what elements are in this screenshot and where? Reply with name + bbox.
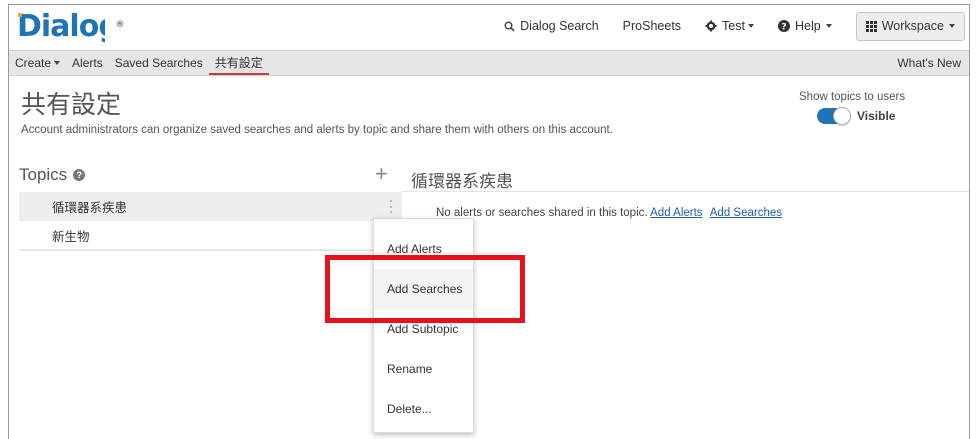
help-icon: ? bbox=[777, 20, 790, 33]
gear-icon bbox=[705, 20, 717, 32]
visibility-label: Visible bbox=[857, 109, 896, 123]
add-alerts-link[interactable]: Add Alerts bbox=[650, 207, 702, 219]
dialog-search-link[interactable]: Dialog Search bbox=[504, 19, 599, 33]
topics-heading: Topics ? bbox=[19, 165, 86, 185]
menu-item-label: Add Subtopic bbox=[387, 322, 459, 336]
registered-mark: ® bbox=[115, 20, 124, 30]
topic-context-menu: Add Alerts Add Searches Add Subtopic Ren… bbox=[373, 218, 474, 433]
detail-title: 循環器系疾患 bbox=[411, 172, 513, 191]
add-searches-link[interactable]: Add Searches bbox=[710, 207, 782, 219]
tab-sharing-settings[interactable]: 共有設定 bbox=[208, 51, 269, 75]
tab-sharing-settings-label: 共有設定 bbox=[214, 55, 263, 70]
svg-text:?: ? bbox=[781, 23, 786, 33]
secondary-nav: Create Alerts Saved Searches 共有設定 What's… bbox=[9, 50, 969, 76]
topic-item-label: 新生物 bbox=[52, 229, 90, 244]
tab-saved-searches[interactable]: Saved Searches bbox=[109, 51, 209, 75]
help-menu-label: Help bbox=[794, 19, 821, 33]
topics-heading-label: Topics bbox=[19, 165, 68, 184]
top-bar: Dialog ® Dialog Search ProSheets bbox=[9, 5, 969, 47]
whats-new-label: What's New bbox=[897, 56, 961, 70]
svg-text:Dialog: Dialog bbox=[17, 9, 105, 43]
workspace-label: Workspace bbox=[881, 19, 944, 33]
topic-item-label: 循環器系疾患 bbox=[52, 200, 128, 215]
menu-item-label: Add Searches bbox=[387, 282, 463, 296]
page-description: Account administrators can organize save… bbox=[21, 124, 613, 136]
help-icon[interactable]: ? bbox=[73, 169, 86, 181]
app-window: Dialog ® Dialog Search ProSheets bbox=[8, 4, 970, 439]
search-icon bbox=[504, 21, 515, 32]
grid-icon bbox=[865, 20, 877, 32]
menu-item-add-searches[interactable]: Add Searches bbox=[374, 269, 473, 309]
logo-wordmark: Dialog bbox=[17, 9, 120, 44]
visibility-toggle[interactable] bbox=[817, 107, 851, 125]
show-topics-label: Show topics to users bbox=[799, 91, 906, 103]
menu-item-add-alerts[interactable]: Add Alerts bbox=[374, 229, 473, 269]
empty-message-row: No alerts or searches shared in this top… bbox=[436, 207, 782, 219]
visibility-toggle-row: Visible bbox=[817, 107, 896, 125]
chevron-down-icon bbox=[54, 61, 61, 65]
topic-item[interactable]: 循環器系疾患 bbox=[19, 192, 402, 221]
dialog-logo[interactable]: Dialog ® bbox=[17, 7, 124, 47]
test-menu-label: Test bbox=[722, 19, 745, 33]
tab-create-label: Create bbox=[15, 56, 52, 70]
chevron-down-icon bbox=[949, 24, 955, 28]
menu-item-label: Rename bbox=[387, 362, 433, 376]
tab-alerts[interactable]: Alerts bbox=[66, 51, 109, 75]
page-title: 共有設定 bbox=[21, 91, 122, 119]
topics-list: 循環器系疾患 新生物 bbox=[19, 192, 402, 251]
tab-create[interactable]: Create bbox=[9, 51, 66, 75]
secondary-tabs: Create Alerts Saved Searches 共有設定 bbox=[9, 51, 269, 75]
prosheets-link[interactable]: ProSheets bbox=[623, 19, 681, 33]
tab-saved-searches-label: Saved Searches bbox=[114, 56, 203, 70]
chevron-down-icon bbox=[747, 24, 754, 28]
dialog-search-label: Dialog Search bbox=[520, 19, 599, 33]
help-menu[interactable]: ? Help bbox=[777, 19, 832, 33]
top-nav: Dialog Search ProSheets Test ? Help Work… bbox=[504, 5, 969, 47]
add-topic-button[interactable]: + bbox=[375, 163, 388, 185]
chevron-down-icon bbox=[825, 24, 832, 28]
menu-item-label: Add Alerts bbox=[387, 242, 442, 256]
prosheets-label: ProSheets bbox=[622, 19, 682, 33]
test-menu[interactable]: Test bbox=[705, 19, 754, 33]
topic-item[interactable]: 新生物 bbox=[19, 221, 402, 250]
workspace-button[interactable]: Workspace bbox=[855, 11, 965, 41]
menu-item-label: Delete... bbox=[387, 402, 432, 416]
whats-new-link[interactable]: What's New bbox=[897, 51, 961, 75]
more-options-icon[interactable] bbox=[390, 200, 394, 213]
divider bbox=[401, 191, 969, 192]
menu-item-rename[interactable]: Rename bbox=[374, 349, 473, 389]
menu-item-add-subtopic[interactable]: Add Subtopic bbox=[374, 309, 473, 349]
toggle-knob bbox=[833, 107, 851, 125]
menu-item-delete[interactable]: Delete... bbox=[374, 389, 473, 429]
tab-alerts-label: Alerts bbox=[72, 56, 103, 70]
